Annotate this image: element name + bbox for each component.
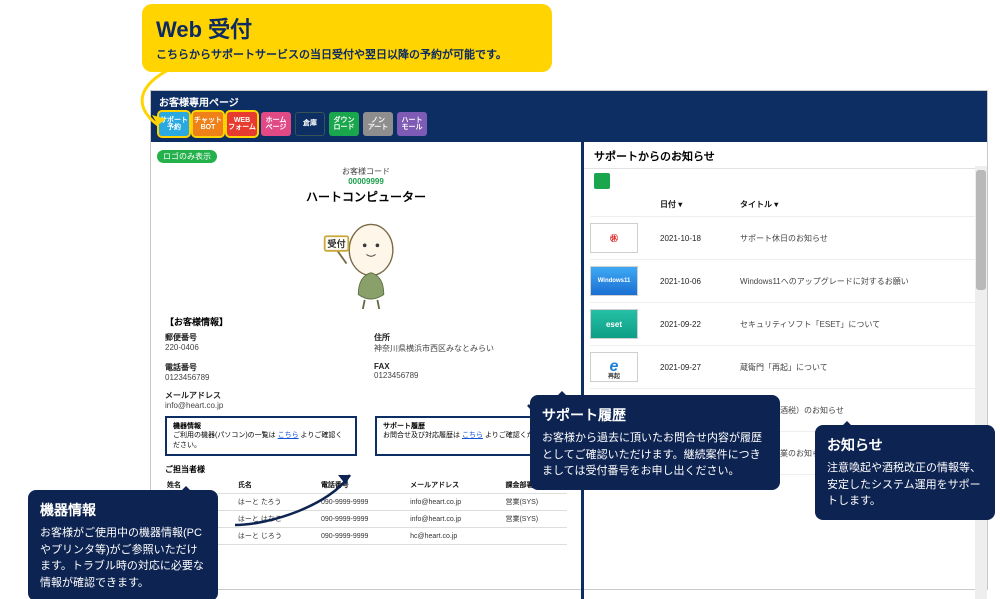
nav-WEBフォーム[interactable]: WEBフォーム bbox=[227, 112, 257, 136]
info-item: FAX0123456789 bbox=[374, 362, 567, 382]
nav-row: サポート予約チャットBOTWEBフォームホームページ倉庫ダウンロードノンアートハ… bbox=[159, 112, 979, 136]
device-link[interactable]: こちら bbox=[278, 432, 299, 439]
notice-pane: サポートからのお知らせ 日付 ▾タイトル ▾ ㊡2021-10-18サポート休日… bbox=[581, 142, 987, 599]
logo-chip[interactable]: ロゴのみ表示 bbox=[157, 150, 217, 163]
tip-device: 機器情報お客様がご使用中の機器情報(PCやプリンタ等)がご参照いただけます。トラ… bbox=[28, 490, 218, 599]
notice-heading: サポートからのお知らせ bbox=[584, 142, 987, 169]
nav-ハートモール[interactable]: ハートモール bbox=[397, 112, 427, 136]
contacts-heading: ご担当者様 bbox=[165, 464, 575, 475]
page-title: お客様専用ページ bbox=[159, 94, 979, 109]
mascot: 受付 bbox=[319, 209, 414, 309]
customer-name: ハートコンピューター bbox=[157, 188, 575, 205]
notice-row[interactable]: Windows112021-10-06Windows11へのアップグレードに対す… bbox=[590, 260, 981, 303]
contacts-table: 姓名氏名電話番号メールアドレス課金部署ハート 太郎はーと たろう090-9999… bbox=[165, 477, 567, 545]
info-item: 郵便番号220-0406 bbox=[165, 332, 358, 354]
device-info-box[interactable]: 機器情報 ご利用の機器(パソコン)の一覧は こちら よりご確認ください。 bbox=[165, 416, 357, 456]
notice-row[interactable]: ㊡2021-10-18サポート休日のお知らせ bbox=[590, 217, 981, 260]
web-reception-callout: Web 受付 こちらからサポートサービスの当日受付や翌日以降の予約が可能です。 bbox=[142, 4, 552, 72]
tip-history: サポート履歴お客様から過去に頂いたお問合せ内容が履歴としてご確認いただけます。継… bbox=[530, 395, 780, 490]
nav-ホームページ[interactable]: ホームページ bbox=[261, 112, 291, 136]
nav-ダウンロード[interactable]: ダウンロード bbox=[329, 112, 359, 136]
scrollbar[interactable] bbox=[975, 166, 987, 599]
table-row[interactable]: ハート 次郎はーと じろう090-9999-9999hc@heart.co.jp bbox=[165, 528, 567, 545]
nav-ノンアート[interactable]: ノンアート bbox=[363, 112, 393, 136]
history-link[interactable]: こちら bbox=[462, 432, 483, 439]
nav-倉庫[interactable]: 倉庫 bbox=[295, 112, 325, 136]
notice-row[interactable]: eset2021-09-22セキュリティソフト「ESET」について bbox=[590, 303, 981, 346]
info-grid: 郵便番号220-0406 住所神奈川県横浜市西区みなとみらい電話番号0123456… bbox=[157, 332, 575, 410]
callout-arrow bbox=[120, 60, 190, 140]
customer-code: お客様コード00009999 bbox=[157, 166, 575, 186]
top-bar: お客様専用ページ サポート予約チャットBOTWEBフォームホームページ倉庫ダウン… bbox=[151, 91, 987, 142]
table-row[interactable]: ハート 太郎はーと たろう090-9999-9999info@heart.co.… bbox=[165, 494, 567, 511]
scroll-thumb[interactable] bbox=[976, 170, 986, 290]
info-item: メールアドレスinfo@heart.co.jp bbox=[165, 390, 358, 410]
filter-icon[interactable] bbox=[594, 173, 610, 189]
svg-text:受付: 受付 bbox=[327, 238, 345, 249]
info-heading: 【お客様情報】 bbox=[165, 315, 575, 328]
callout-title: Web 受付 bbox=[156, 12, 538, 44]
notice-header: 日付 ▾タイトル ▾ bbox=[590, 193, 981, 217]
table-row[interactable]: ハート 花子はーと はなこ090-9999-9999info@heart.co.… bbox=[165, 511, 567, 528]
info-item: 電話番号0123456789 bbox=[165, 362, 358, 382]
nav-チャットBOT[interactable]: チャットBOT bbox=[193, 112, 223, 136]
callout-desc: こちらからサポートサービスの当日受付や翌日以降の予約が可能です。 bbox=[156, 46, 538, 62]
tip-notice: お知らせ注意喚起や酒税改正の情報等、安定したシステム運用をサポートします。 bbox=[815, 425, 995, 520]
info-item: 住所神奈川県横浜市西区みなとみらい bbox=[374, 332, 567, 354]
notice-row[interactable]: e2021-09-27蔵衛門「再起」について bbox=[590, 346, 981, 389]
